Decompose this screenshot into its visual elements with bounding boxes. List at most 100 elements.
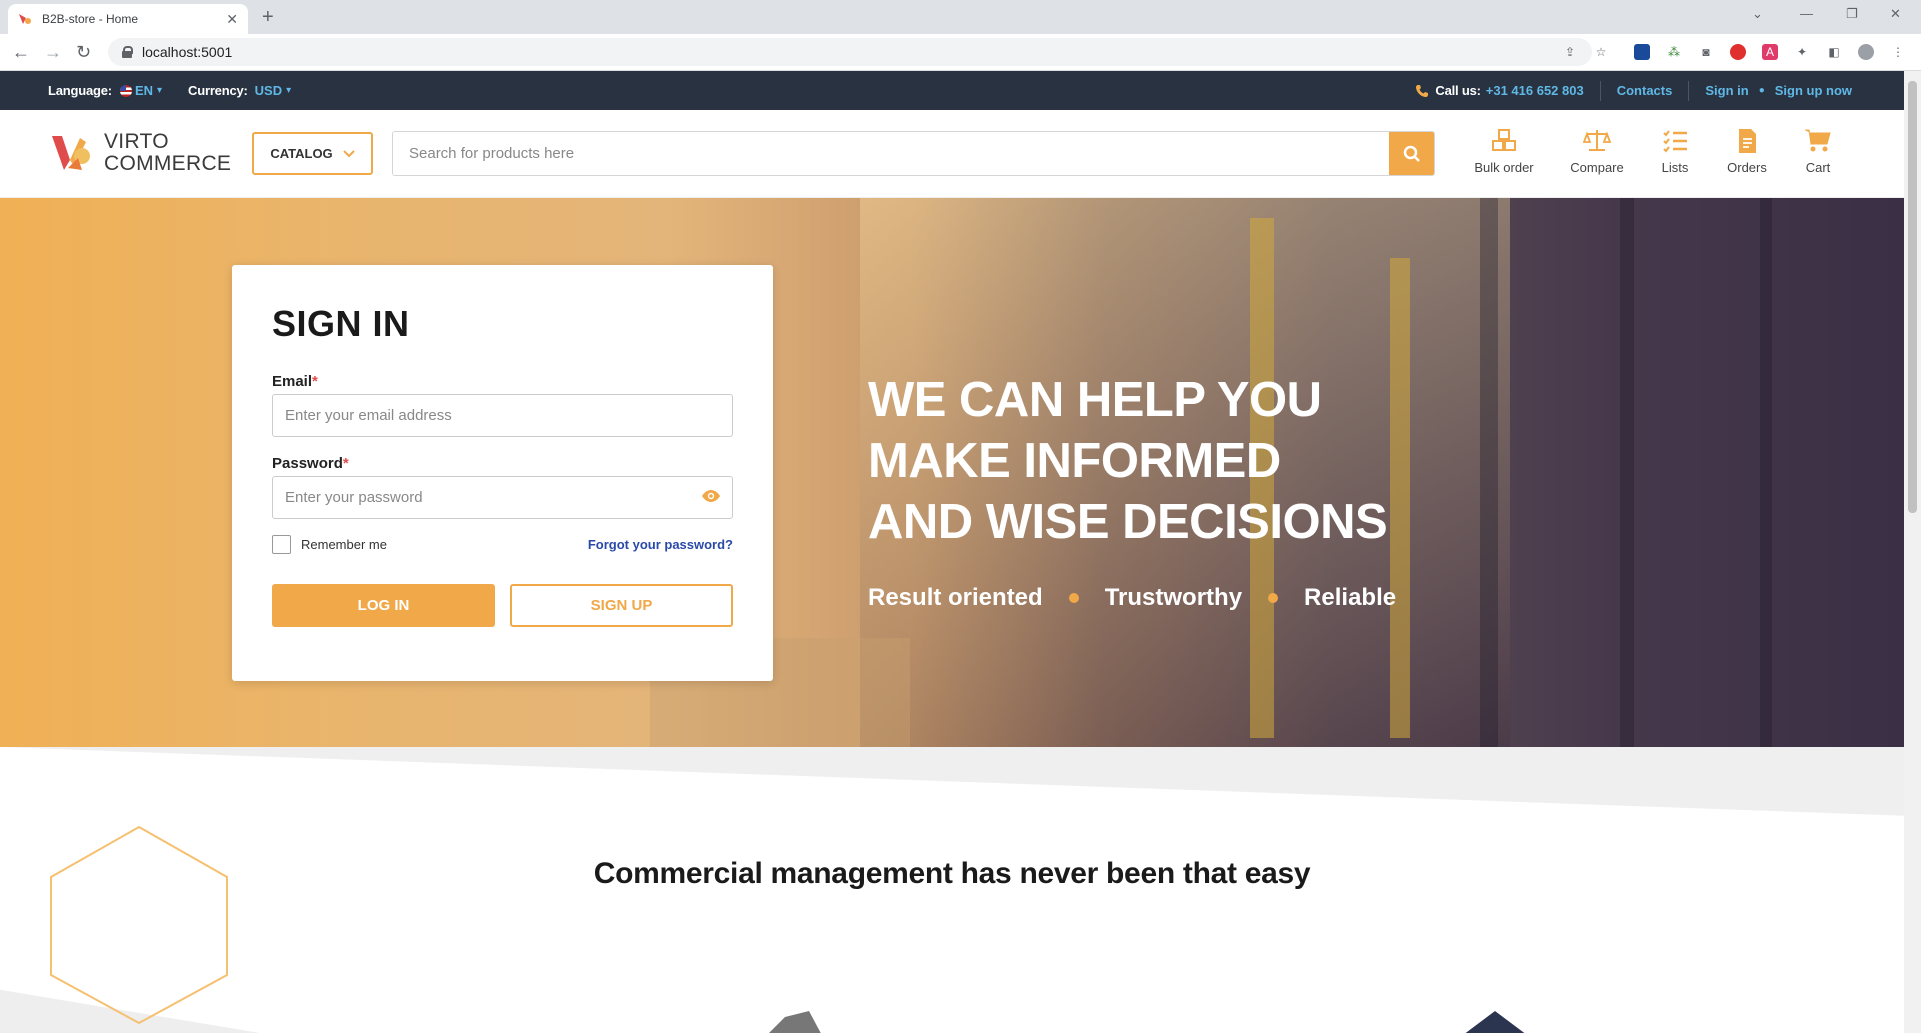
sign-in-title: SIGN IN	[272, 303, 410, 344]
lists-label: Lists	[1661, 160, 1689, 175]
password-label: Password*	[272, 455, 349, 472]
remember-label: Remember me	[301, 537, 387, 552]
extension-js-icon[interactable]: ⁂	[1666, 44, 1682, 60]
feature-item: Result oriented	[868, 584, 1043, 611]
url-text: localhost:5001	[142, 44, 233, 60]
checklist-icon	[1663, 130, 1687, 153]
bullet-dot	[1068, 593, 1079, 603]
bulk-order-label: Bulk order	[1474, 160, 1534, 175]
password-field[interactable]	[272, 476, 733, 519]
reload-icon[interactable]: ↻	[76, 42, 91, 63]
forgot-password-link[interactable]: Forgot your password?	[588, 537, 733, 552]
warehouse-rack	[1760, 198, 1772, 747]
currency-chevron-icon[interactable]: ▾	[286, 85, 291, 96]
warehouse-rack	[1620, 198, 1634, 747]
sign-in-link[interactable]: Sign in	[1705, 83, 1748, 98]
extension-icon[interactable]	[1634, 44, 1650, 60]
email-label: Email*	[272, 373, 318, 390]
language-select[interactable]: EN	[135, 83, 153, 98]
remember-me-checkbox[interactable]: Remember me	[272, 535, 387, 554]
browser-tab[interactable]: B2B-store - Home ✕	[8, 4, 248, 34]
profile-avatar[interactable]	[1858, 44, 1874, 60]
address-bar[interactable]: localhost:5001	[108, 38, 1592, 66]
document-icon	[1739, 129, 1756, 153]
page-viewport: Language: EN ▾ Currency: USD ▾ Call us: …	[0, 71, 1904, 1033]
cart-button[interactable]: Cart	[1778, 128, 1858, 175]
feature-illustration	[761, 1011, 825, 1033]
angled-band	[0, 747, 1904, 816]
acrobat-icon[interactable]: A	[1762, 44, 1778, 60]
feature-item: Trustworthy	[1104, 584, 1243, 611]
divider	[1688, 80, 1690, 101]
contacts-link[interactable]: Contacts	[1617, 83, 1673, 98]
divider	[1599, 80, 1601, 101]
page-scrollbar[interactable]	[1904, 71, 1921, 1033]
tab-title: B2B-store - Home	[42, 12, 139, 26]
share-icon[interactable]: ⇪	[1562, 44, 1578, 60]
scrollbar-thumb[interactable]	[1908, 81, 1917, 513]
top-bar-right: Call us: +31 416 652 803 Contacts Sign i…	[1415, 71, 1852, 110]
us-flag-icon	[119, 84, 132, 97]
forklift-mast	[1390, 258, 1410, 738]
virto-logo[interactable]: VIRTO COMMERCE	[50, 130, 231, 176]
logo-line2: COMMERCE	[104, 152, 232, 175]
minimize-icon[interactable]: —	[1800, 6, 1813, 21]
scales-icon	[1583, 130, 1611, 151]
tab-close-icon[interactable]: ✕	[226, 11, 238, 28]
lists-button[interactable]: Lists	[1635, 128, 1715, 175]
logo-mark-icon	[50, 130, 94, 176]
search-button[interactable]	[1389, 132, 1434, 175]
browser-tabstrip: B2B-store - Home ✕ + ⌄ — ❐ ✕	[0, 0, 1921, 34]
new-tab-icon[interactable]: +	[262, 6, 274, 29]
search-input[interactable]	[393, 132, 1388, 175]
language-chevron-icon[interactable]: ▾	[157, 85, 162, 96]
call-label: Call us:	[1435, 83, 1481, 98]
catalog-label: CATALOG	[270, 146, 333, 161]
catalog-button[interactable]: CATALOG	[252, 132, 373, 175]
search-icon	[1403, 145, 1420, 162]
section-heading: Commercial management has never been tha…	[593, 857, 1311, 890]
hero-tagline: WE CAN HELP YOU MAKE INFORMED AND WISE D…	[868, 370, 1388, 553]
sign-up-link[interactable]: Sign up now	[1775, 83, 1852, 98]
compare-button[interactable]: Compare	[1557, 128, 1637, 175]
top-bar: Language: EN ▾ Currency: USD ▾ Call us: …	[0, 71, 1904, 110]
chevron-down-icon	[342, 146, 355, 161]
lock-icon	[122, 46, 133, 58]
password-wrapper	[272, 476, 733, 519]
sign-in-card: SIGN IN Email* Password* Remember me For…	[232, 265, 773, 681]
tab-search-icon[interactable]: ⌄	[1752, 6, 1763, 22]
site-favicon-icon	[18, 12, 32, 26]
eye-icon[interactable]	[701, 489, 721, 508]
email-field[interactable]	[272, 394, 733, 437]
phone-link[interactable]: +31 416 652 803	[1486, 83, 1584, 98]
back-icon[interactable]: ←	[12, 42, 30, 63]
puzzle-icon[interactable]: ✦	[1794, 44, 1810, 60]
hero-banner: SIGN IN Email* Password* Remember me For…	[0, 198, 1904, 747]
bookmark-star-icon[interactable]: ☆	[1593, 44, 1609, 60]
boxes-icon	[1492, 129, 1516, 151]
log-in-button[interactable]: LOG IN	[272, 584, 495, 627]
feature-illustration	[1455, 1011, 1535, 1033]
currency-select[interactable]: USD	[255, 83, 282, 98]
tagline-line: MAKE INFORMED	[868, 434, 1281, 488]
orders-button[interactable]: Orders	[1707, 128, 1787, 175]
form-buttons: LOG IN SIGN UP	[272, 584, 733, 627]
sidepanel-icon[interactable]: ◧	[1826, 44, 1842, 60]
opera-extension-icon[interactable]	[1730, 44, 1746, 60]
menu-kebab-icon[interactable]: ⋮	[1890, 44, 1906, 60]
camera-icon[interactable]: ◙	[1698, 44, 1714, 60]
bulk-order-button[interactable]: Bulk order	[1464, 128, 1544, 175]
tagline-line: WE CAN HELP YOU	[868, 373, 1322, 427]
bullet-dot	[1268, 593, 1279, 603]
checkbox-box[interactable]	[272, 535, 291, 554]
window-close-icon[interactable]: ✕	[1890, 6, 1901, 22]
hexagon-outline-icon	[50, 825, 228, 1025]
required-mark: *	[342, 455, 349, 472]
search-bar	[392, 131, 1435, 176]
orders-label: Orders	[1727, 160, 1767, 175]
forward-icon[interactable]: →	[44, 42, 62, 63]
site-header: VIRTO COMMERCE CATALOG Bulk order	[0, 110, 1904, 198]
sign-up-button[interactable]: SIGN UP	[510, 584, 733, 627]
restore-icon[interactable]: ❐	[1846, 6, 1858, 22]
warehouse-rack	[1480, 198, 1498, 747]
